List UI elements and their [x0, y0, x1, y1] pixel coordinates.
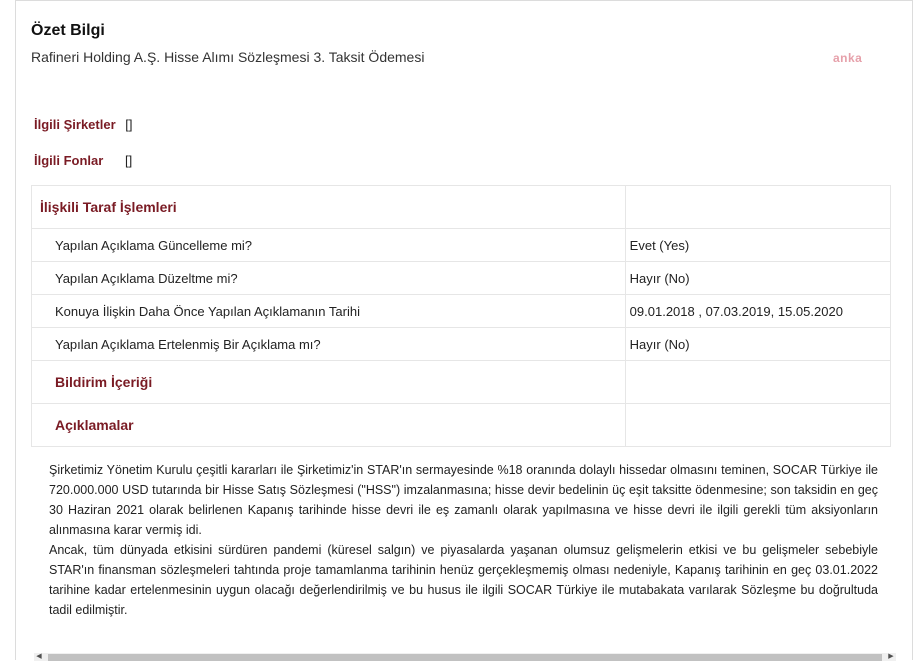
row-value: Hayır (No)	[624, 261, 892, 295]
related-companies-label: İlgili Şirketler	[34, 117, 116, 132]
table-row: Yapılan Açıklama Düzeltme mi? Hayır (No)	[31, 261, 892, 295]
related-party-table: İlişkili Taraf İşlemleri Yapılan Açıklam…	[31, 185, 892, 447]
summary-title: Özet Bilgi	[31, 22, 105, 39]
explanations-title: Açıklamalar	[55, 417, 134, 433]
table-row: Konuya İlişkin Daha Önce Yapılan Açıklam…	[31, 294, 892, 328]
row-label: Yapılan Açıklama Düzeltme mi?	[55, 270, 238, 286]
disclosure-panel: Özet Bilgi Rafineri Holding A.Ş. Hisse A…	[15, 0, 913, 661]
table-row: Yapılan Açıklama Güncelleme mi? Evet (Ye…	[31, 228, 892, 262]
table-section-header-row: İlişkili Taraf İşlemleri	[31, 185, 892, 229]
related-companies-value: []	[125, 117, 133, 132]
explanation-paragraph-2: Ancak, tüm dünyada etkisini sürdüren pan…	[49, 543, 878, 617]
row-label: Yapılan Açıklama Ertelenmiş Bir Açıklama…	[55, 336, 321, 352]
notification-content-title: Bildirim İçeriği	[55, 374, 153, 390]
summary-subject: Rafineri Holding A.Ş. Hisse Alımı Sözleş…	[31, 49, 425, 65]
row-value: Evet (Yes)	[624, 228, 892, 262]
anka-watermark-logo: anka	[833, 51, 863, 65]
related-funds-row: İlgili Fonlar []	[34, 153, 132, 168]
notification-content-row: Bildirim İçeriği	[31, 360, 892, 404]
explanations-row: Açıklamalar	[31, 403, 892, 447]
row-value: 09.01.2018 , 07.03.2019, 15.05.2020	[624, 294, 892, 328]
row-label: Yapılan Açıklama Güncelleme mi?	[55, 237, 253, 253]
section-title: İlişkili Taraf İşlemleri	[40, 199, 177, 215]
related-funds-label: İlgili Fonlar	[34, 153, 104, 168]
table-row: Yapılan Açıklama Ertelenmiş Bir Açıklama…	[31, 327, 892, 361]
related-funds-value: []	[124, 153, 133, 168]
row-value: Hayır (No)	[624, 327, 892, 361]
explanation-paragraph-1: Şirketimiz Yönetim Kurulu çeşitli kararl…	[49, 463, 878, 537]
related-companies-row: İlgili Şirketler []	[34, 117, 133, 132]
row-label: Konuya İlişkin Daha Önce Yapılan Açıklam…	[55, 303, 360, 319]
explanation-body: Şirketimiz Yönetim Kurulu çeşitli kararl…	[49, 460, 878, 620]
